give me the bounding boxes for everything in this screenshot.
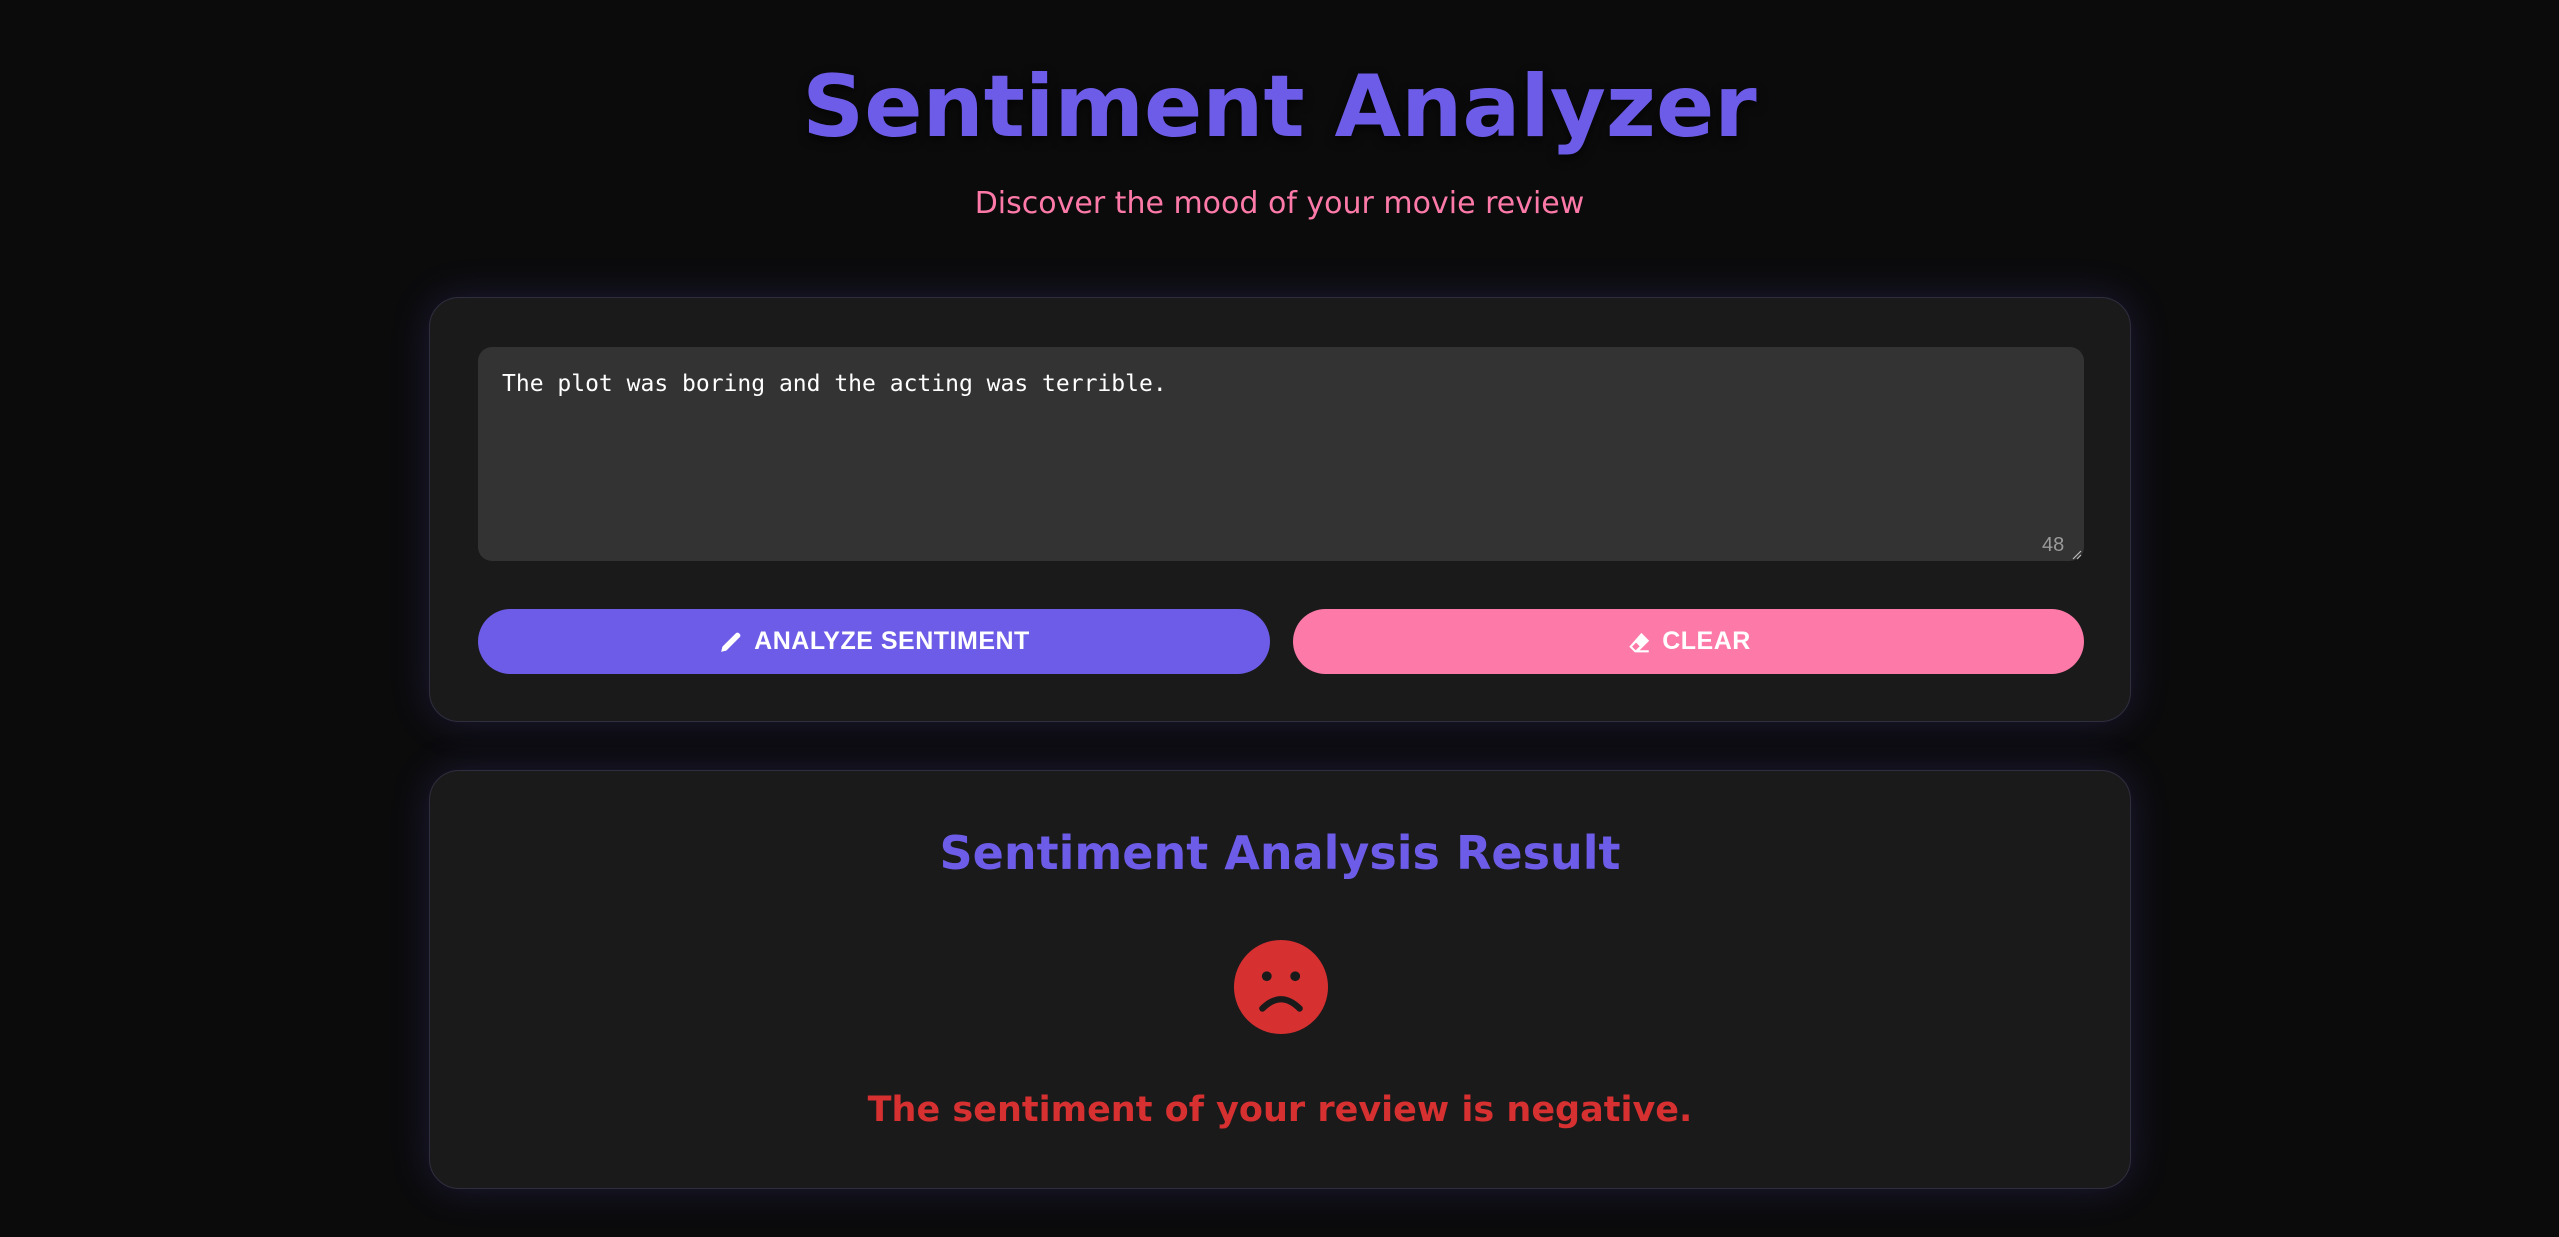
page: Sentiment Analyzer Discover the mood of … xyxy=(0,0,2559,1237)
sad-face-icon xyxy=(1233,939,1329,1035)
resize-handle-icon[interactable] xyxy=(2070,548,2082,560)
pencil-icon xyxy=(718,629,744,655)
character-count: 48 xyxy=(2042,534,2065,556)
clear-button[interactable]: CLEAR xyxy=(1293,609,2084,674)
app-title: Sentiment Analyzer xyxy=(802,57,1757,157)
result-title: Sentiment Analysis Result xyxy=(939,826,1621,880)
analyze-sentiment-button[interactable]: ANALYZE SENTIMENT xyxy=(478,609,1270,674)
review-input-card: The plot was boring and the acting was t… xyxy=(429,297,2131,722)
review-textarea[interactable]: The plot was boring and the acting was t… xyxy=(478,347,2084,561)
analyze-sentiment-label: ANALYZE SENTIMENT xyxy=(754,627,1030,655)
clear-label: CLEAR xyxy=(1662,627,1751,655)
app-subtitle: Discover the mood of your movie review xyxy=(974,186,1585,221)
result-card: Sentiment Analysis Result The sentiment … xyxy=(429,770,2131,1189)
eraser-icon xyxy=(1626,629,1652,655)
result-message: The sentiment of your review is negative… xyxy=(867,1090,1693,1130)
